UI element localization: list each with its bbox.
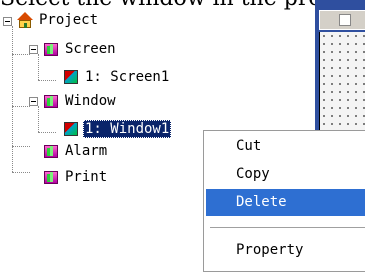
editor-toolbar-button[interactable] — [339, 14, 351, 26]
folder-icon — [42, 92, 60, 110]
menu-item-cut[interactable]: Cut — [206, 133, 365, 160]
tree-connector — [12, 172, 30, 173]
collapse-toggle[interactable] — [29, 97, 38, 106]
tree-connector — [12, 54, 30, 55]
collapse-toggle[interactable] — [29, 45, 38, 54]
tree-node-label: Print — [65, 169, 108, 185]
tree-node-alarm[interactable]: Alarm — [42, 140, 109, 162]
screen-icon — [62, 120, 80, 138]
context-menu: Cut Copy Delete Property — [203, 130, 365, 272]
tree-connector — [38, 54, 39, 80]
tree-node-window1[interactable]: 1: Window1 — [62, 118, 172, 140]
folder-icon — [42, 142, 60, 160]
tree-node-screen[interactable]: Screen — [42, 38, 118, 60]
tree-connector — [12, 146, 30, 147]
menu-item-property[interactable]: Property — [206, 237, 365, 264]
tree-node-label-selected: 1: Window1 — [83, 120, 172, 138]
house-icon — [16, 11, 34, 29]
menu-item-delete[interactable]: Delete — [206, 189, 365, 216]
menu-separator — [210, 227, 365, 229]
tree-node-label: Window — [65, 93, 116, 109]
tree-node-label: Project — [39, 12, 99, 28]
tree-node-screen1[interactable]: 1: Screen1 — [62, 66, 171, 88]
folder-icon — [42, 40, 60, 58]
screen-icon — [62, 68, 80, 86]
tree-connector — [38, 80, 56, 81]
tree-connector — [38, 132, 56, 133]
tree-connector — [38, 106, 39, 132]
tree-connector — [12, 26, 13, 172]
collapse-toggle[interactable] — [3, 17, 12, 26]
tree-node-window[interactable]: Window — [42, 90, 118, 112]
tree-node-project[interactable]: Project — [16, 9, 100, 31]
tree-node-label: Alarm — [65, 143, 108, 159]
menu-item-copy[interactable]: Copy — [206, 161, 365, 188]
tree-node-label: Screen — [65, 41, 116, 57]
folder-icon — [42, 168, 60, 186]
tree-node-label: 1: Screen1 — [85, 69, 170, 85]
tree-connector — [12, 106, 30, 107]
tree-node-print[interactable]: Print — [42, 166, 109, 188]
